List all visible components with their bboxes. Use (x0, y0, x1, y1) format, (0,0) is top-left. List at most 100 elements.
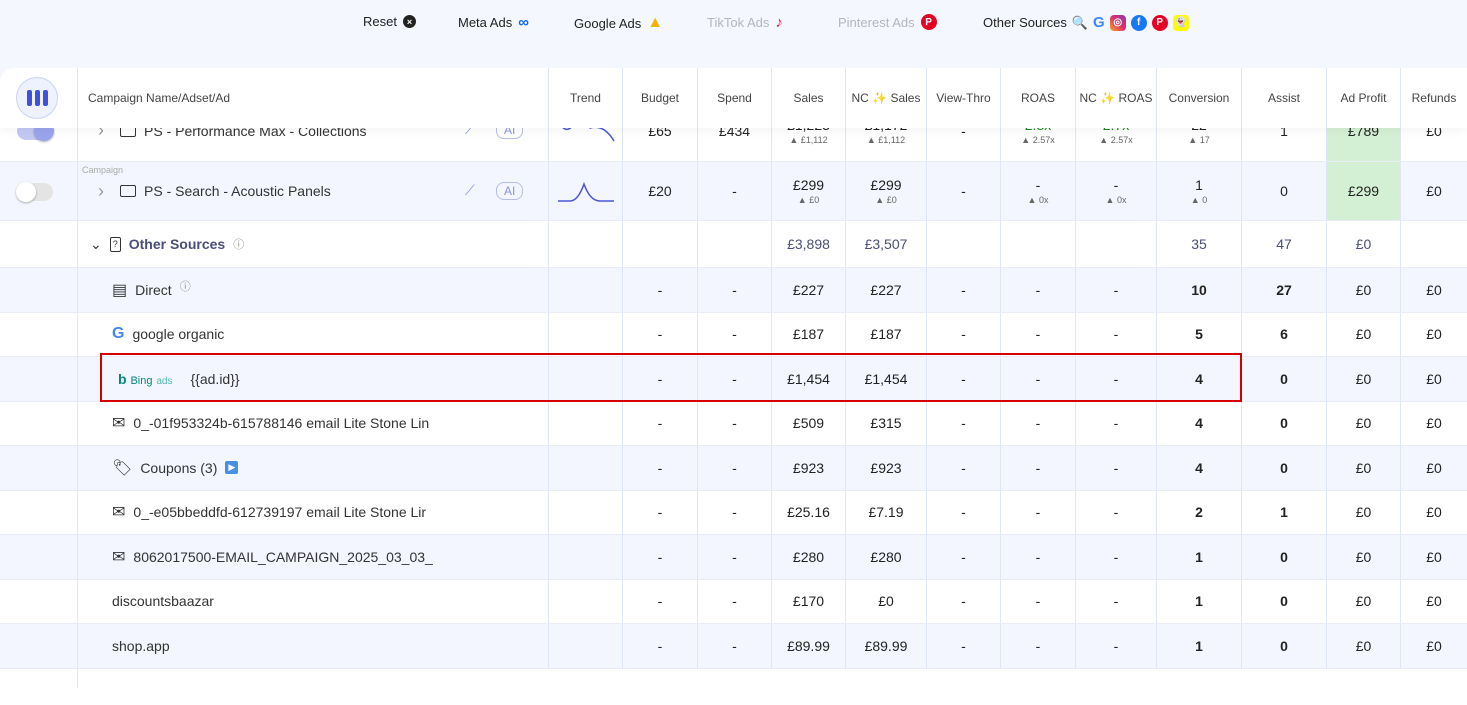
value: 4 (1195, 415, 1203, 432)
source-row[interactable]: shop.app - - £89.99 £89.99 - - - 1 0 £0 £0 (0, 624, 1467, 669)
filter-meta-ads[interactable]: Meta Ads ∞ (458, 14, 529, 31)
value: 0 (1280, 415, 1288, 432)
value: £0 (1426, 504, 1442, 521)
value: £0 (1355, 370, 1372, 387)
cell-assist: 0 (1241, 162, 1326, 220)
cell-trend (548, 446, 622, 490)
source-label: 8062017500-EMAIL_CAMPAIGN_2025_03_03_ (133, 548, 433, 565)
value: £20 (648, 183, 672, 199)
value: £0 (1355, 593, 1372, 610)
value: - (732, 281, 737, 298)
reset-button[interactable]: Reset × (363, 14, 416, 29)
source-row[interactable]: ▤ Direct ⓘ - - £227 £227 - - - 10 27 £0 £0 (0, 268, 1467, 313)
campaign-row[interactable]: Campaign › PS - Search - Acoustic Panels ⟋ A… (0, 162, 1467, 221)
value: - (657, 326, 663, 343)
value: £315 (870, 415, 902, 432)
campaign-name[interactable]: › PS - Search - Acoustic Panels (98, 162, 331, 220)
value: - (961, 415, 966, 432)
source-name[interactable]: ✉ 0_-01f953324b-615788146 email Lite Ston… (112, 402, 429, 446)
value: £923 (870, 459, 902, 476)
value: 1 (1195, 548, 1203, 565)
source-label: google organic (132, 326, 225, 343)
source-label: discountsbaazar (112, 593, 214, 610)
source-row[interactable]: ✉ 8062017500-EMAIL_CAMPAIGN_2025_03_03_ - -… (0, 535, 1467, 580)
value: £187 (870, 326, 902, 343)
cell-ad-profit: £0 (1326, 268, 1400, 312)
cell-budget (622, 221, 697, 267)
header-ad-profit[interactable]: Ad Profit (1326, 68, 1400, 128)
source-row[interactable]: discountsbaazar - - £170 £0 - - - 1 0 £0 £0 (0, 579, 1467, 624)
value: - (1113, 415, 1119, 432)
header-trend[interactable]: Trend (548, 68, 622, 128)
source-name[interactable]: ▤ Direct ⓘ (112, 268, 191, 312)
source-name[interactable]: ✉ 8062017500-EMAIL_CAMPAIGN_2025_03_03_ (112, 535, 433, 579)
source-name[interactable]: shop.app (112, 624, 170, 668)
source-name[interactable]: 🏷 Coupons (3) ▶ (112, 446, 239, 490)
source-row[interactable]: ✉ 0_-e05bbeddfd-612739197 email Lite Ston… (0, 490, 1467, 535)
header-assist[interactable]: Assist (1241, 68, 1326, 128)
header-nc-roas[interactable]: NC ✨ ROAS (1075, 68, 1156, 128)
cell-trend (548, 268, 622, 312)
cell-sales: £227 (771, 268, 845, 312)
cell-conversion: 1 (1156, 579, 1241, 623)
cell-assist: 6 (1241, 312, 1326, 356)
cell-ad-profit: £0 (1326, 490, 1400, 534)
source-row[interactable]: 🏷 Coupons (3) ▶ - - £923 £923 - - - 4 0 £0 £0 (0, 446, 1467, 491)
value: - (732, 637, 737, 654)
source-row[interactable]: ✉ 0_-01f953324b-615788146 email Lite Ston… (0, 401, 1467, 446)
header-refunds[interactable]: Refunds (1400, 68, 1467, 128)
cell-sales: £25.16 (771, 490, 845, 534)
filter-google-ads[interactable]: Google Ads ▲ (574, 14, 663, 32)
ai-button[interactable]: AI (496, 181, 524, 200)
cell-trend (548, 162, 622, 220)
source-name[interactable]: discountsbaazar (112, 580, 214, 624)
cell-budget: - (622, 535, 697, 579)
group-name[interactable]: ⌄? Other Sources ⓘ (90, 221, 244, 267)
cell-ad-profit: £0 (1326, 579, 1400, 623)
value: 10 (1191, 281, 1207, 298)
group-row-other-sources[interactable]: ⌄? Other Sources ⓘ £3,898 £3,507 35 47 £0 (0, 221, 1467, 268)
facebook-icon: f (1130, 14, 1147, 31)
cell-nc-sales: £315 (845, 401, 926, 445)
source-row[interactable]: Ggoogle organic - - £187 £187 - - - 5 6 £0 £0 (0, 312, 1467, 357)
source-name[interactable]: ✉ 0_-e05bbeddfd-612739197 email Lite Ston… (112, 491, 426, 535)
header-nc-sales[interactable]: NC ✨ Sales (845, 68, 926, 128)
value: 0 (1280, 459, 1288, 476)
source-name[interactable]: Ggoogle organic (112, 313, 224, 357)
value: £170 (792, 593, 825, 610)
header-view-thro[interactable]: View-Thro (926, 68, 1000, 128)
value: £0 (1426, 415, 1442, 432)
cell-sales: £187 (771, 312, 845, 356)
cell-nc-sales: £3,507 (845, 221, 926, 267)
columns-button[interactable] (16, 77, 58, 119)
play-icon[interactable]: ▶ (225, 461, 239, 475)
trend-icon[interactable]: ⟋ (465, 182, 475, 199)
header-sales[interactable]: Sales (771, 68, 845, 128)
value: - (1035, 548, 1041, 565)
chevron-down-icon[interactable]: ⌄ (90, 236, 102, 253)
filter-tiktok-ads[interactable]: TikTok Ads ♪ (707, 14, 783, 31)
cell-sales: £923 (771, 446, 845, 490)
header-budget[interactable]: Budget (622, 68, 697, 128)
value: - (1035, 177, 1041, 193)
filter-other-sources[interactable]: Other Sources 🔍 G ◎ f P 👻 (983, 14, 1189, 31)
cell-view-thro: - (926, 401, 1000, 445)
header-roas[interactable]: ROAS (1000, 68, 1075, 128)
cell-sales: £509 (771, 401, 845, 445)
filter-pinterest-ads[interactable]: Pinterest Ads P (838, 14, 937, 30)
value: £299 (1347, 183, 1380, 199)
status-toggle[interactable] (16, 181, 53, 202)
cell-view-thro (926, 221, 1000, 267)
header-campaign-name[interactable]: Campaign Name/Adset/Ad (77, 68, 548, 128)
cell-roas: - ▲ 0x (1000, 162, 1075, 220)
value: 1 (1195, 593, 1203, 610)
info-icon[interactable]: ⓘ (180, 278, 191, 294)
info-icon[interactable]: ⓘ (233, 236, 244, 252)
value: 0 (1280, 548, 1288, 565)
chevron-right-icon[interactable]: › (98, 181, 104, 202)
header-spend[interactable]: Spend (697, 68, 771, 128)
value: £25.16 (787, 504, 830, 521)
value: 47 (1276, 236, 1292, 252)
header-conversion[interactable]: Conversion (1156, 68, 1241, 128)
cell-refunds: £0 (1400, 624, 1467, 668)
